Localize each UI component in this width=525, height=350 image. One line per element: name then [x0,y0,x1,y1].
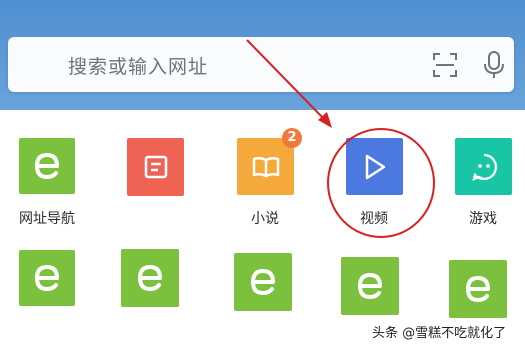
scan-icon[interactable] [432,52,458,78]
grid-item-e-2[interactable] [121,249,179,307]
game-controller-icon [471,153,497,181]
e-browser-icon [137,264,162,292]
microphone-icon[interactable] [482,50,506,80]
watermark: 头条 @雪糕不吃就化了 [372,326,507,341]
grid-item-web-nav[interactable] [19,138,75,194]
notification-badge: 2 [282,128,302,148]
grid-label-web-nav: 网址导航 [19,211,75,227]
grid-label-games: 游戏 [469,211,497,227]
grid-item-novel[interactable] [237,138,294,195]
grid-label-video: 视频 [360,211,388,227]
e-browser-icon [250,268,275,296]
book-icon [252,156,279,177]
grid-item-video[interactable] [346,138,403,195]
play-icon [365,154,385,179]
search-input[interactable]: 搜索或输入网址 [68,52,208,79]
note-icon [144,155,167,179]
search-bar[interactable]: 搜索或输入网址 [8,37,514,92]
grid-item-games[interactable] [455,138,512,195]
annotation-arrowhead [318,112,332,128]
e-browser-icon [34,152,59,180]
grid-item-e-3[interactable] [234,253,292,311]
grid-item-e-5[interactable] [449,260,507,318]
grid-label-novel: 小说 [251,211,279,227]
e-browser-icon [465,275,490,303]
e-browser-icon [34,264,59,292]
grid-item-notes[interactable] [127,138,184,196]
e-browser-icon [357,272,382,300]
grid-item-e-1[interactable] [19,250,75,306]
grid-item-e-4[interactable] [341,257,399,315]
